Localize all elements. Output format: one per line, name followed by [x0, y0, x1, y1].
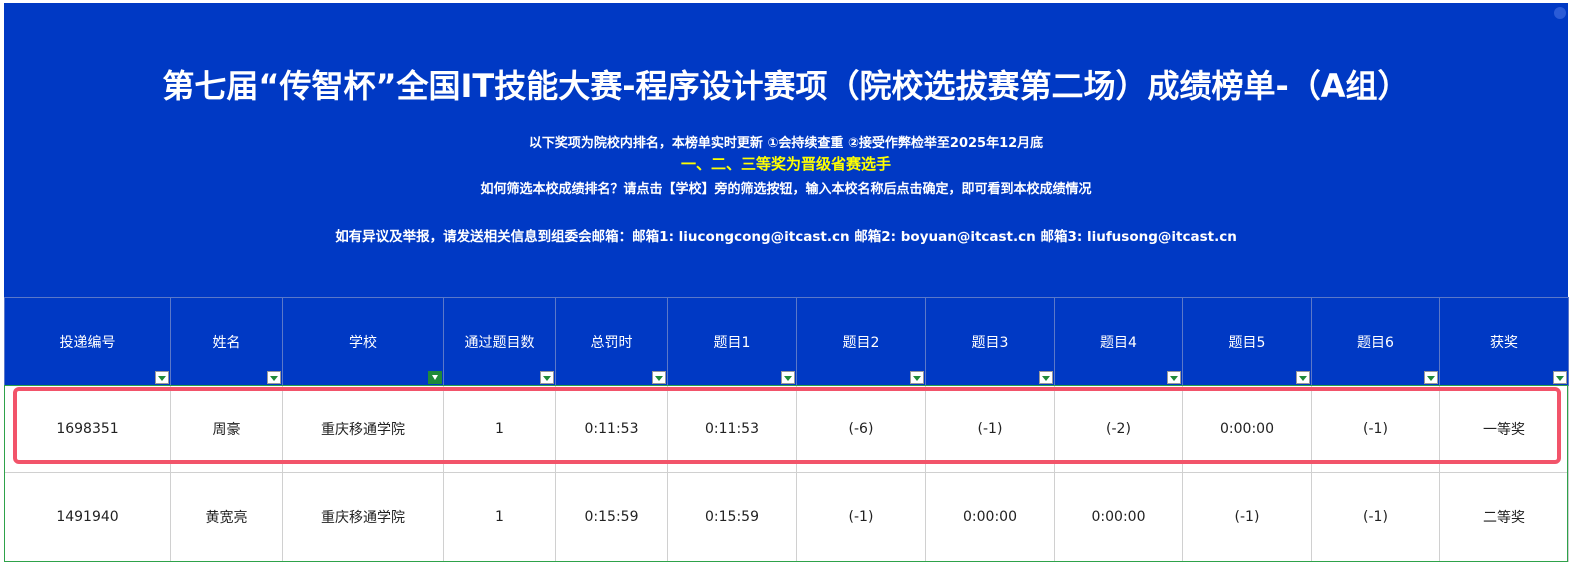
table-cell[interactable]: (-1): [1311, 472, 1440, 562]
column-header: 姓名: [170, 297, 283, 386]
scroll-indicator-icon: [1554, 7, 1566, 19]
table-cell[interactable]: (-1): [796, 472, 926, 562]
table-row: 1698351 周豪 重庆移通学院 1 0:11:53 0:11:53 (-6)…: [4, 385, 1569, 473]
table-cell[interactable]: 0:15:59: [667, 472, 797, 562]
table-cell[interactable]: 黄宽亮: [170, 472, 283, 562]
selection-border-bottom: [4, 561, 1568, 562]
table-cell[interactable]: 重庆移通学院: [282, 385, 444, 473]
notice-provincial: 一、二、三等奖为晋级省赛选手: [680, 155, 891, 173]
column-header: 题目3: [925, 297, 1055, 386]
results-table: 投递编号 姓名 学校 通过题目数 总罚时 题目1 题目2 题目3 题目4 题目5…: [4, 297, 1569, 562]
table-cell[interactable]: (-1): [1311, 385, 1440, 473]
column-header: 学校: [282, 297, 444, 386]
table-cell[interactable]: 0:11:53: [667, 385, 797, 473]
filter-dropdown-icon[interactable]: [781, 371, 795, 384]
filter-dropdown-icon[interactable]: [652, 371, 666, 384]
column-header: 通过题目数: [443, 297, 556, 386]
table-cell[interactable]: 1491940: [4, 472, 171, 562]
table-cell[interactable]: 0:00:00: [1182, 385, 1312, 473]
column-header: 获奖: [1439, 297, 1569, 386]
filter-dropdown-icon[interactable]: [1553, 371, 1567, 384]
page-title: 第七届“传智杯”全国IT技能大赛-程序设计赛项（院校选拔赛第二场）成绩榜单-（A…: [162, 67, 1410, 105]
table-cell[interactable]: (-6): [796, 385, 926, 473]
table-cell[interactable]: 1: [443, 472, 556, 562]
table-cell[interactable]: 1: [443, 385, 556, 473]
table-cell[interactable]: 0:15:59: [555, 472, 668, 562]
notice-ranking: 以下奖项为院校内排名，本榜单实时更新 ①会持续查重 ②接受作弊检举至2025年1…: [528, 136, 1044, 151]
notice-filter-howto: 如何筛选本校成绩排名？请点击【学校】旁的筛选按钮，输入本校名称后点击确定，即可看…: [480, 182, 1092, 197]
header-row: 投递编号 姓名 学校 通过题目数 总罚时 题目1 题目2 题目3 题目4 题目5…: [4, 297, 1569, 386]
spreadsheet-view: 第七届“传智杯”全国IT技能大赛-程序设计赛项（院校选拔赛第二场）成绩榜单-（A…: [0, 0, 1572, 564]
table-cell[interactable]: 重庆移通学院: [282, 472, 444, 562]
table-cell[interactable]: 0:11:53: [555, 385, 668, 473]
selection-border-left: [4, 385, 5, 562]
table-row: 1491940 黄宽亮 重庆移通学院 1 0:15:59 0:15:59 (-1…: [4, 472, 1569, 562]
filter-dropdown-icon[interactable]: [540, 371, 554, 384]
table-cell[interactable]: 0:00:00: [1054, 472, 1183, 562]
column-header: 题目5: [1182, 297, 1312, 386]
filter-dropdown-icon[interactable]: [1296, 371, 1310, 384]
filter-active-icon[interactable]: [428, 371, 442, 384]
table-cell[interactable]: 1698351: [4, 385, 171, 473]
notice-contact-emails: 如有异议及举报，请发送相关信息到组委会邮箱：邮箱1: liucongcong@i…: [335, 229, 1237, 245]
column-header: 题目4: [1054, 297, 1183, 386]
table-cell[interactable]: 一等奖: [1439, 385, 1569, 473]
filter-dropdown-icon[interactable]: [1424, 371, 1438, 384]
table-cell[interactable]: (-2): [1054, 385, 1183, 473]
filter-dropdown-icon[interactable]: [155, 371, 169, 384]
column-header: 总罚时: [555, 297, 668, 386]
column-header: 题目1: [667, 297, 797, 386]
table-cell[interactable]: 二等奖: [1439, 472, 1569, 562]
column-header: 题目2: [796, 297, 926, 386]
filter-dropdown-icon[interactable]: [1039, 371, 1053, 384]
filter-dropdown-icon[interactable]: [267, 371, 281, 384]
selection-border-top: [4, 385, 1568, 386]
title-banner: 第七届“传智杯”全国IT技能大赛-程序设计赛项（院校选拔赛第二场）成绩榜单-（A…: [4, 3, 1568, 297]
table-cell[interactable]: (-1): [1182, 472, 1312, 562]
selection-border-right: [1567, 385, 1568, 562]
filter-dropdown-icon[interactable]: [1167, 371, 1181, 384]
column-header: 投递编号: [4, 297, 171, 386]
column-header: 题目6: [1311, 297, 1440, 386]
table-cell[interactable]: (-1): [925, 385, 1055, 473]
table-cell[interactable]: 周豪: [170, 385, 283, 473]
filter-dropdown-icon[interactable]: [910, 371, 924, 384]
table-cell[interactable]: 0:00:00: [925, 472, 1055, 562]
